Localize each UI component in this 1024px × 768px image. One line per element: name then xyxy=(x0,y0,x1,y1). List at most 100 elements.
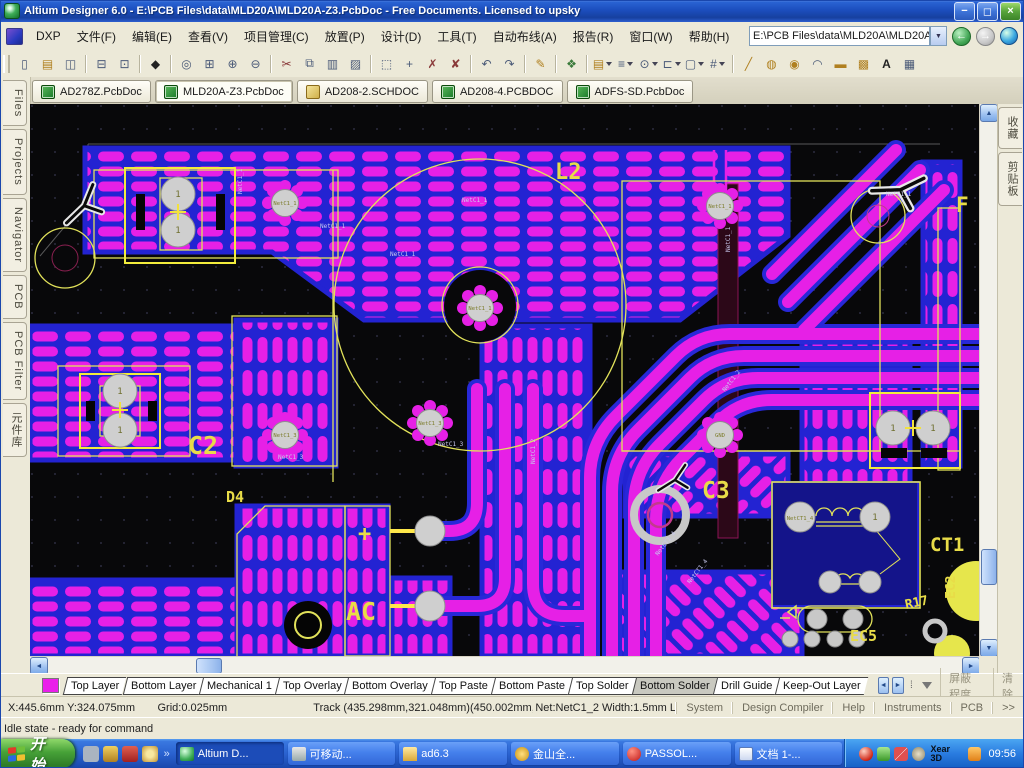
home-globe-icon[interactable] xyxy=(1000,27,1018,45)
panel-tab-favorites[interactable]: 收藏 xyxy=(998,107,1022,149)
quicklaunch-key-icon[interactable] xyxy=(103,746,119,762)
panel-tab-files[interactable]: Files xyxy=(3,80,27,126)
tray-ball-icon[interactable] xyxy=(859,747,873,761)
scroll-up-icon[interactable]: ▲ xyxy=(980,104,998,122)
undo-icon[interactable]: ↶ xyxy=(476,53,497,74)
copy-icon[interactable]: ⧉ xyxy=(299,53,320,74)
place-fill-icon[interactable]: ▬ xyxy=(830,53,851,74)
alignment-icon[interactable]: ⊏ xyxy=(661,53,682,74)
menu-help[interactable]: 帮助(H) xyxy=(681,24,738,49)
nav-forward-icon[interactable]: → xyxy=(976,27,995,46)
menu-reports[interactable]: 报告(R) xyxy=(565,24,622,49)
layer-tab-bottom-overlay[interactable]: Bottom Overlay xyxy=(344,677,435,695)
vertical-scrollbar[interactable]: ▲ ▼ xyxy=(979,104,998,656)
panel-button-instruments[interactable]: Instruments xyxy=(874,702,950,714)
quicklaunch-messenger-icon[interactable] xyxy=(83,746,99,762)
tray-volume-icon[interactable] xyxy=(912,747,926,761)
xear3d-tray-icon[interactable]: Xear 3D xyxy=(930,745,962,763)
start-button[interactable]: 开始 xyxy=(0,739,75,768)
layer-sets-icon[interactable]: ▤ xyxy=(592,53,613,74)
menu-edit[interactable]: 编辑(E) xyxy=(124,24,180,49)
interactive-routing-icon[interactable]: ✎ xyxy=(530,53,551,74)
quicklaunch-cd-icon[interactable] xyxy=(142,746,158,762)
select-area-icon[interactable]: ⬚ xyxy=(376,53,397,74)
nav-back-icon[interactable]: ← xyxy=(952,27,971,46)
place-component-icon[interactable]: ▦ xyxy=(899,53,920,74)
layer-tab-bottom-paste[interactable]: Bottom Paste xyxy=(491,677,573,695)
layer-pairs-icon[interactable]: ⁞ xyxy=(907,678,917,693)
task-button-folder[interactable]: ad6.3 xyxy=(399,742,507,765)
pcb-editor-canvas[interactable]: NetC1_1 NetC1_1 NetC1_1 NetC1_1 NetC1_1 … xyxy=(30,104,979,656)
layer-scroll-right-icon[interactable]: ► xyxy=(892,677,904,694)
zoom-out-icon[interactable]: ⊖ xyxy=(245,53,266,74)
menu-tools[interactable]: 工具(T) xyxy=(429,24,484,49)
address-input[interactable]: E:\PCB Files\data\MLD20A\MLD20A-Z3 xyxy=(749,26,930,46)
dxp-logo-icon[interactable] xyxy=(6,28,23,45)
menu-view[interactable]: 查看(V) xyxy=(180,24,236,49)
print-icon[interactable]: ⊟ xyxy=(91,53,112,74)
panel-button-system[interactable]: System xyxy=(676,702,732,714)
doc-tab[interactable]: AD208-2.SCHDOC xyxy=(297,80,428,103)
tray-messenger-icon[interactable] xyxy=(968,747,982,761)
menu-project[interactable]: 项目管理(C) xyxy=(236,24,317,49)
paste-icon[interactable]: ▥ xyxy=(322,53,343,74)
paste-array-icon[interactable]: ▨ xyxy=(345,53,366,74)
new-document-icon[interactable]: ▯ xyxy=(14,53,35,74)
redo-icon[interactable]: ↷ xyxy=(499,53,520,74)
menu-window[interactable]: 窗口(W) xyxy=(621,24,680,49)
doc-tab[interactable]: AD278Z.PcbDoc xyxy=(32,80,151,103)
filter-funnel-icon[interactable] xyxy=(922,682,932,689)
task-button-altium[interactable]: Altium D... xyxy=(176,742,284,765)
open-document-icon[interactable]: ▤ xyxy=(37,53,58,74)
layer-tab-mechanical1[interactable]: Mechanical 1 xyxy=(199,677,279,695)
move-selection-icon[interactable]: + xyxy=(399,53,420,74)
layer-tab-bottom-solder[interactable]: Bottom Solder xyxy=(632,677,717,695)
quicklaunch-media-icon[interactable] xyxy=(122,746,138,762)
horizontal-scroll-thumb[interactable] xyxy=(196,658,222,674)
menu-dxp[interactable]: DXP xyxy=(28,25,69,47)
layer-scroll-left-icon[interactable]: ◄ xyxy=(878,677,890,694)
print-preview-icon[interactable]: ⊡ xyxy=(114,53,135,74)
place-arc-icon[interactable]: ◠ xyxy=(807,53,828,74)
tray-shield-icon[interactable] xyxy=(877,747,891,761)
menu-file[interactable]: 文件(F) xyxy=(69,24,124,49)
menu-place[interactable]: 放置(P) xyxy=(317,24,373,49)
menu-autoroute[interactable]: 自动布线(A) xyxy=(485,24,565,49)
panel-button-help[interactable]: Help xyxy=(832,702,874,714)
layer-tab-top-layer[interactable]: Top Layer xyxy=(63,677,127,695)
panel-tab-components[interactable]: 元件库 xyxy=(3,403,27,457)
panel-tab-pcb[interactable]: PCB xyxy=(3,275,27,319)
panel-tab-clipboard[interactable]: 剪贴板 xyxy=(998,152,1022,206)
place-polygon-icon[interactable]: ▩ xyxy=(853,53,874,74)
close-button[interactable]: × xyxy=(1000,2,1021,21)
panel-overflow-button[interactable]: >> xyxy=(992,702,1024,714)
doc-tab[interactable]: AD208-4.PCBDOC xyxy=(432,80,563,103)
place-via-icon[interactable]: ◉ xyxy=(784,53,805,74)
place-line-icon[interactable]: ╱ xyxy=(738,53,759,74)
save-document-icon[interactable]: ◫ xyxy=(60,53,81,74)
find-similar-icon[interactable]: ❖ xyxy=(561,53,582,74)
layer-tab-drill-guide[interactable]: Drill Guide xyxy=(712,677,779,695)
cut-icon[interactable]: ✂ xyxy=(276,53,297,74)
deselect-icon[interactable]: ✗ xyxy=(422,53,443,74)
layer-tab-top-paste[interactable]: Top Paste xyxy=(431,677,495,695)
layer-tab-top-solder[interactable]: Top Solder xyxy=(568,677,636,695)
menu-design[interactable]: 设计(D) xyxy=(373,24,430,49)
snap-grid-icon[interactable]: # xyxy=(707,53,728,74)
layer-tab-keepout[interactable]: Keep-Out Layer xyxy=(775,677,868,695)
place-string-icon[interactable]: A xyxy=(876,53,897,74)
vertical-scroll-thumb[interactable] xyxy=(981,549,997,585)
task-button-passol[interactable]: PASSOL... xyxy=(623,742,731,765)
room-icon[interactable]: ▢ xyxy=(684,53,705,74)
task-button-kingsoft[interactable]: 金山全... xyxy=(511,742,619,765)
clear-filter-icon[interactable]: ✘ xyxy=(445,53,466,74)
task-button-removable[interactable]: 可移动... xyxy=(288,742,396,765)
scroll-down-icon[interactable]: ▼ xyxy=(980,639,998,657)
current-layer-color-swatch[interactable] xyxy=(42,678,59,693)
place-pad-icon[interactable]: ◍ xyxy=(761,53,782,74)
panel-tab-navigator[interactable]: Navigator xyxy=(3,198,27,272)
doc-tab[interactable]: ADFS-SD.PcbDoc xyxy=(567,80,694,103)
layer-tab-top-overlay[interactable]: Top Overlay xyxy=(275,677,349,695)
horizontal-scrollbar[interactable]: ◄ ► xyxy=(30,656,979,674)
track-width-icon[interactable]: ≡ xyxy=(615,53,636,74)
